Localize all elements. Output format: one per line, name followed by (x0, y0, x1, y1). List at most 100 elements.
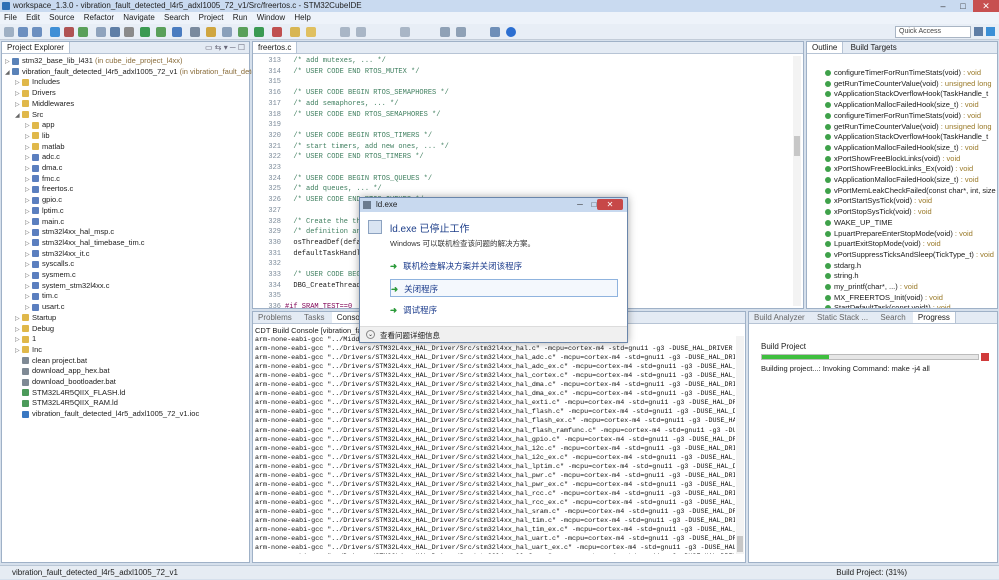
tree-item[interactable]: ▷ fmc.c (25, 174, 60, 185)
annotation-prev-icon[interactable] (356, 27, 366, 37)
outline-item[interactable]: vApplicationMallocFailedHook(size_t) : v… (825, 100, 979, 111)
tree-item[interactable]: ▷ stm32_base_lib_l431 (in cube_ide_projec… (5, 56, 183, 67)
menu-navigate[interactable]: Navigate (123, 13, 155, 22)
folder-icon[interactable] (290, 27, 300, 37)
tree-item[interactable]: ▷ Startup (15, 313, 56, 324)
tab-project-explorer[interactable]: Project Explorer (2, 42, 70, 53)
code-line[interactable]: /* USER CODE END RTOS_MUTEX */ (285, 68, 419, 76)
tree-item[interactable]: ▷ freertos.c (25, 184, 73, 195)
forward-icon[interactable] (456, 27, 466, 37)
tree-item[interactable]: ▷ lptim.c (25, 206, 64, 217)
outline-item[interactable]: xPortStopSysTick(void) : void (825, 207, 932, 218)
outline-item[interactable]: my_printf(char*, ...) : void (825, 282, 918, 293)
code-line[interactable]: /* USER CODE BEGIN RTOS_SEMAPHORES */ (285, 89, 448, 97)
tree-item[interactable]: ▷ stm32l4xx_hal_timebase_tim.c (25, 238, 145, 249)
toggle-icon[interactable] (96, 27, 106, 37)
tree-item[interactable]: download_app_hex.bat (15, 366, 110, 377)
tree-item[interactable]: ▷ stm32l4xx_hal_msp.c (25, 227, 114, 238)
outline-item[interactable]: xPortShowFreeBlockLinks_Ex(void) : void (825, 164, 973, 175)
chevron-down-icon[interactable]: ⌄ (366, 330, 375, 339)
menu-file[interactable]: File (4, 13, 17, 22)
debug-program-option[interactable]: ➜ 调试程序 (390, 301, 618, 319)
settings-icon[interactable] (50, 27, 60, 37)
tree-item[interactable]: ▷ stm32l4xx_it.c (25, 249, 90, 260)
code-line[interactable]: /* USER CODE END RTOS_SEMAPHORES */ (285, 111, 440, 119)
tree-item[interactable]: ▷ app (25, 120, 55, 131)
new-icon[interactable] (4, 27, 14, 37)
tree-item[interactable]: ▷ gpio.c (25, 195, 62, 206)
annotation-next-icon[interactable] (340, 27, 350, 37)
tree-item[interactable]: ▷ Includes (15, 77, 60, 88)
tree-item[interactable]: ▷ usart.c (25, 302, 65, 313)
outline-item[interactable]: xPortStartSysTick(void) : void (825, 196, 932, 207)
outline-item[interactable]: stdarg.h (825, 261, 861, 272)
menu-refactor[interactable]: Refactor (84, 13, 114, 22)
tree-item[interactable]: ▷ lib (25, 131, 50, 142)
outline-item[interactable]: LpuartExitStopMode(void) : void (825, 239, 941, 250)
perspective-icon[interactable] (974, 27, 983, 36)
tab-static-stack[interactable]: Static Stack ... (812, 312, 873, 323)
tab-progress[interactable]: Progress (912, 312, 956, 323)
menu-project[interactable]: Project (199, 13, 224, 22)
expand-icon[interactable]: ◢ (15, 111, 22, 122)
build-icon[interactable] (64, 27, 74, 37)
tree-item[interactable]: ◢ Src (15, 110, 43, 121)
tab-build-targets[interactable]: Build Targets (846, 42, 902, 53)
tree-item[interactable]: ▷ adc.c (25, 152, 60, 163)
console-scrollbar[interactable] (736, 336, 744, 554)
editor-scrollbar[interactable] (793, 56, 801, 306)
tree-item[interactable]: ▷ 1 (15, 334, 36, 345)
code-line[interactable]: /* add queues, ... */ (285, 185, 381, 193)
close-button[interactable]: ✕ (973, 0, 999, 12)
maximize-editor-icon[interactable] (490, 27, 500, 37)
search-icon[interactable] (222, 27, 232, 37)
run-last-icon[interactable] (238, 27, 248, 37)
code-line[interactable]: #if SRAM_TEST==0 (285, 303, 352, 311)
check-online-option[interactable]: ➜ 联机检查解决方案并关闭该程序 (390, 257, 618, 275)
clean-icon[interactable] (78, 27, 88, 37)
tree-item[interactable]: ▷ matlab (25, 142, 65, 153)
outline-item[interactable]: vPortSuppressTicksAndSleep(TickType_t) :… (825, 250, 994, 261)
quick-access-input[interactable]: Quick Access (895, 26, 971, 38)
code-line[interactable]: /* add semaphores, ... */ (285, 100, 398, 108)
console-output[interactable]: arm-none-eabi-gcc "../Middle arm-none-eab… (253, 336, 735, 554)
code-line[interactable]: /* start timers, add new ones, ... */ (285, 143, 448, 151)
close-program-option[interactable]: ➜ 关闭程序 (390, 279, 618, 297)
outline-item[interactable]: LpuartPrepareEnterStopMode(void) : void (825, 229, 973, 240)
save-icon[interactable] (18, 27, 28, 37)
tree-item[interactable]: clean project.bat (15, 356, 87, 367)
status-build-progress[interactable]: Build Project: (31%) (836, 566, 907, 580)
outline-item[interactable]: getRunTimeCounterValue(void) : unsigned … (825, 122, 992, 133)
tab-tasks[interactable]: Tasks (299, 312, 329, 323)
outline-item[interactable]: vApplicationStackOverflowHook(TaskHandle… (825, 132, 988, 143)
tab-search[interactable]: Search (875, 312, 910, 323)
view-details-link[interactable]: 查看问题详细信息 (380, 330, 440, 341)
code-line[interactable]: /* USER CODE END RTOS_TIMERS */ (285, 153, 423, 161)
outline-item[interactable]: vApplicationMallocFailedHook(size_t) : v… (825, 175, 979, 186)
dialog-minimize-button[interactable]: ─ (574, 200, 586, 210)
outline-item[interactable]: vApplicationMallocFailedHook(size_t) : v… (825, 143, 979, 154)
tree-item[interactable]: download_bootloader.bat (15, 377, 116, 388)
tree-item[interactable]: ▷ system_stm32l4xx.c (25, 281, 110, 292)
tree-item[interactable]: STM32L4R5QIIX_RAM.ld (15, 398, 118, 409)
terminate-icon[interactable] (272, 27, 282, 37)
tree-item[interactable]: ▷ dma.c (25, 163, 62, 174)
tree-item[interactable]: ▷ syscalls.c (25, 259, 74, 270)
run-icon[interactable] (156, 27, 166, 37)
outline-item[interactable]: configureTimerForRunTimeStats(void) : vo… (825, 111, 981, 122)
menu-source[interactable]: Source (49, 13, 74, 22)
external-tools-icon[interactable] (172, 27, 182, 37)
menu-search[interactable]: Search (164, 13, 189, 22)
tab-outline[interactable]: Outline (807, 42, 844, 53)
outline-item[interactable]: vApplicationStackOverflowHook(TaskHandle… (825, 89, 988, 100)
tree-item[interactable]: STM32L4R5QIIX_FLASH.ld (15, 388, 125, 399)
outline-item[interactable]: getRunTimeCounterValue(void) : unsigned … (825, 79, 992, 90)
save-all-icon[interactable] (32, 27, 42, 37)
cancel-job-icon[interactable] (981, 353, 989, 361)
outline-item[interactable]: MX_FREERTOS_Init(void) : void (825, 293, 943, 304)
bookmark-icon[interactable] (306, 27, 316, 37)
terminal-icon[interactable] (110, 27, 120, 37)
tree-item[interactable]: ▷ Debug (15, 324, 54, 335)
outline-item[interactable]: vPortMemLeakCheckFailed(const char*, int… (825, 186, 996, 197)
tab-problems[interactable]: Problems (253, 312, 297, 323)
